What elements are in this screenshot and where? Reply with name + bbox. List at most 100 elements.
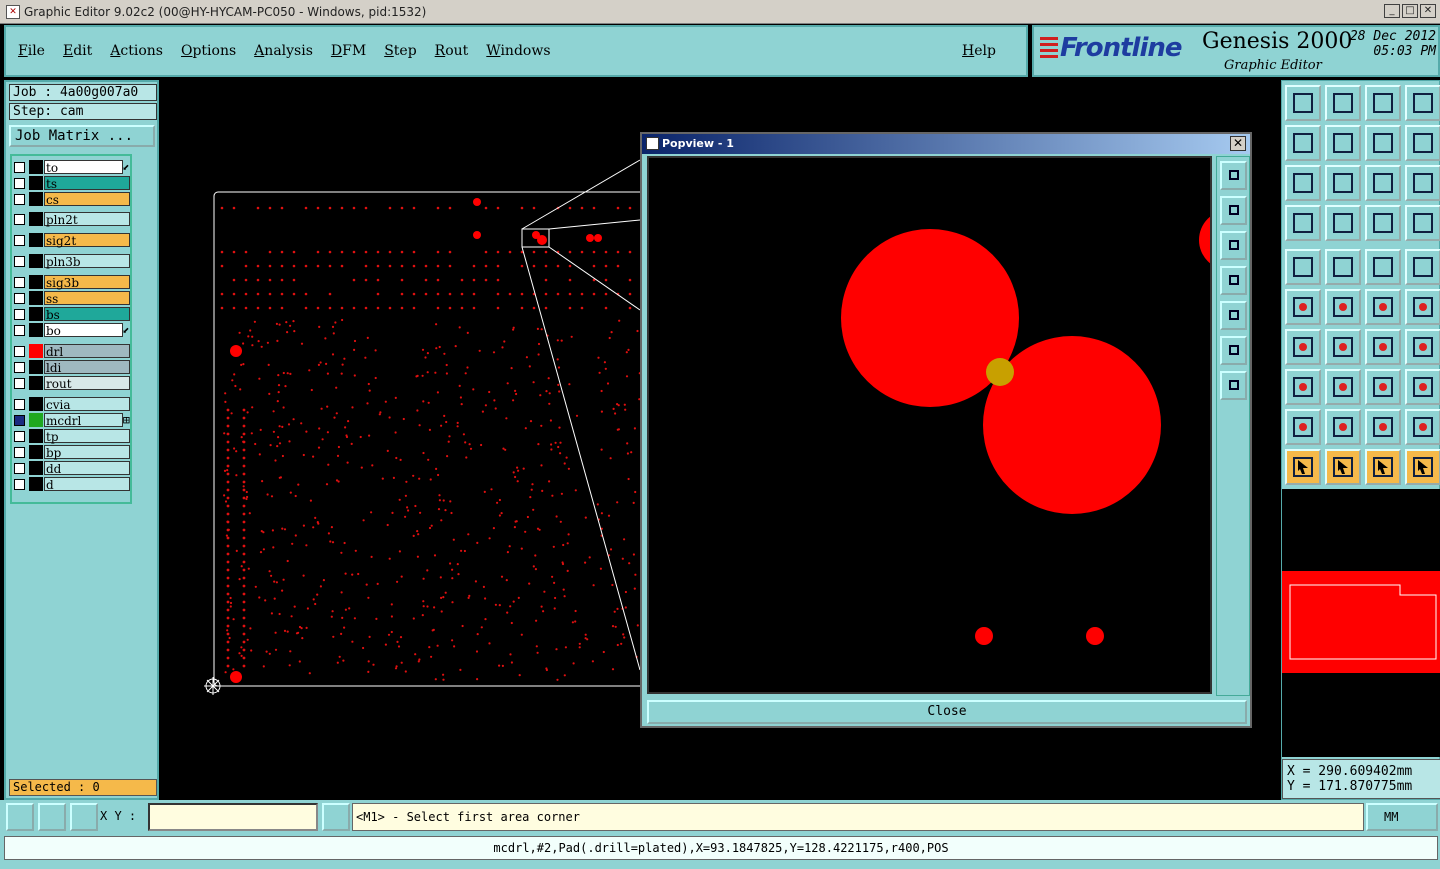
snap-icon[interactable] [6, 803, 34, 831]
menu-options[interactable]: Options [181, 43, 236, 59]
layer-row-ldi[interactable]: ldi [14, 360, 130, 375]
tool-copy-icon[interactable] [1405, 289, 1440, 325]
popview-tool-6[interactable] [1220, 336, 1247, 365]
tool-arc-icon[interactable] [1365, 409, 1401, 445]
popview-tool-5[interactable] [1220, 301, 1247, 330]
tool-line-icon[interactable] [1285, 329, 1321, 365]
xy-input[interactable] [148, 803, 318, 831]
layer-row-pln2t[interactable]: pln2t [14, 212, 130, 227]
tool-save-icon[interactable] [1325, 85, 1361, 121]
close-window-button[interactable]: ✕ [1420, 4, 1436, 18]
layer-row-drl[interactable]: drl [14, 344, 130, 359]
layer-checkbox[interactable] [14, 161, 25, 173]
layer-checkbox[interactable] [14, 414, 25, 426]
layer-row-to[interactable]: to ⬋ [14, 160, 130, 175]
layer-row-dd[interactable]: dd [14, 461, 130, 476]
layer-checkbox[interactable] [14, 193, 25, 205]
tool-home-icon[interactable] [1365, 85, 1401, 121]
popview-tool-7[interactable] [1220, 371, 1247, 400]
tool-config-icon[interactable] [1285, 205, 1321, 241]
layer-checkbox[interactable] [14, 462, 25, 474]
layer-checkbox[interactable] [14, 234, 25, 246]
tool-pan-icon[interactable] [1325, 165, 1361, 201]
menu-help[interactable]: Help [962, 43, 996, 59]
tool-ruler-icon[interactable] [1365, 249, 1401, 285]
layer-row-tp[interactable]: tp [14, 429, 130, 444]
layer-checkbox[interactable] [14, 377, 25, 389]
overview-map[interactable] [1282, 489, 1440, 757]
popview-close-button[interactable]: Close [647, 700, 1247, 724]
menu-rout[interactable]: Rout [435, 43, 469, 59]
tool-grid-icon[interactable] [1325, 205, 1361, 241]
layer-checkbox[interactable] [14, 430, 25, 442]
layer-checkbox[interactable] [14, 324, 25, 336]
tool-scale-icon[interactable] [1365, 165, 1401, 201]
layer-row-bp[interactable]: bp [14, 445, 130, 460]
tool-layer-swap-icon[interactable] [1365, 205, 1401, 241]
job-matrix-button[interactable]: Job Matrix ... [9, 125, 155, 147]
units-select[interactable]: MM [1366, 803, 1438, 831]
layer-row-ss[interactable]: ss [14, 291, 130, 306]
grid-icon[interactable] [70, 803, 98, 831]
tool-group-icon[interactable] [1405, 369, 1440, 405]
tool-select3-icon[interactable] [1365, 449, 1401, 485]
tool-circle-icon[interactable] [1405, 249, 1440, 285]
layer-row-cs[interactable]: cs [14, 192, 130, 207]
minimize-button[interactable]: _ [1384, 4, 1400, 18]
maximize-button[interactable]: □ [1402, 4, 1418, 18]
popview-tool-3[interactable] [1220, 231, 1247, 260]
layer-row-sig3b[interactable]: sig3b [14, 275, 130, 290]
tool-paint-icon[interactable] [1325, 249, 1361, 285]
tool-snap-point-icon[interactable] [1285, 249, 1321, 285]
layer-checkbox[interactable] [14, 361, 25, 373]
layer-checkbox[interactable] [14, 255, 25, 267]
tool-window-icon[interactable] [1405, 85, 1440, 121]
layer-row-ts[interactable]: ts [14, 176, 130, 191]
tool-connect-icon[interactable] [1285, 289, 1321, 325]
menu-analysis[interactable]: Analysis [254, 43, 313, 59]
tool-polygon2-icon[interactable] [1325, 409, 1361, 445]
layer-checkbox[interactable] [14, 345, 25, 357]
tool-split-icon[interactable] [1325, 369, 1361, 405]
tool-polygon-icon[interactable] [1285, 409, 1321, 445]
menu-dfm[interactable]: DFM [331, 43, 366, 59]
layer-checkbox[interactable] [14, 446, 25, 458]
tool-select-icon[interactable] [1285, 449, 1321, 485]
layer-row-sig2t[interactable]: sig2t [14, 233, 130, 248]
tool-rotate-icon[interactable] [1365, 329, 1401, 365]
tool-arc2-icon[interactable] [1405, 409, 1440, 445]
tool-delete-icon[interactable] [1325, 289, 1361, 325]
layer-row-bo[interactable]: bo ⬋ [14, 323, 130, 338]
tool-open-icon[interactable] [1285, 85, 1321, 121]
layer-row-pln3b[interactable]: pln3b [14, 254, 130, 269]
measure-icon[interactable] [38, 803, 66, 831]
popview-close-icon[interactable]: ✕ [1230, 136, 1246, 151]
tool-layer-flip-icon[interactable] [1405, 205, 1440, 241]
layer-checkbox[interactable] [14, 478, 25, 490]
popview-tool-2[interactable] [1220, 196, 1247, 225]
layer-row-rout[interactable]: rout [14, 376, 130, 391]
tool-zoom-prev-icon[interactable] [1285, 125, 1321, 161]
layer-checkbox[interactable] [14, 398, 25, 410]
layer-checkbox[interactable] [14, 292, 25, 304]
menu-edit[interactable]: Edit [63, 43, 92, 59]
tool-mirror-icon[interactable] [1405, 329, 1440, 365]
tool-undo-zoom-icon[interactable] [1365, 125, 1401, 161]
tool-select2-icon[interactable] [1325, 449, 1361, 485]
popview-tool-1[interactable] [1220, 161, 1247, 190]
tool-scale-icon[interactable] [1365, 369, 1401, 405]
tool-redraw-icon[interactable] [1405, 125, 1440, 161]
tool-move-icon[interactable] [1365, 289, 1401, 325]
layer-checkbox[interactable] [14, 213, 25, 225]
tool-select4-icon[interactable] [1405, 449, 1440, 485]
menu-file[interactable]: File [18, 43, 45, 59]
layer-checkbox[interactable] [14, 308, 25, 320]
info-icon[interactable] [322, 803, 350, 831]
tool-diagonal-icon[interactable] [1325, 329, 1361, 365]
menu-actions[interactable]: Actions [110, 43, 163, 59]
tool-zoom-next-icon[interactable] [1325, 125, 1361, 161]
popview-canvas[interactable] [647, 156, 1212, 694]
tool-help-icon[interactable] [1405, 165, 1440, 201]
layer-checkbox[interactable] [14, 177, 25, 189]
layer-row-mcdrl[interactable]: mcdrl ⊞ [14, 413, 130, 428]
